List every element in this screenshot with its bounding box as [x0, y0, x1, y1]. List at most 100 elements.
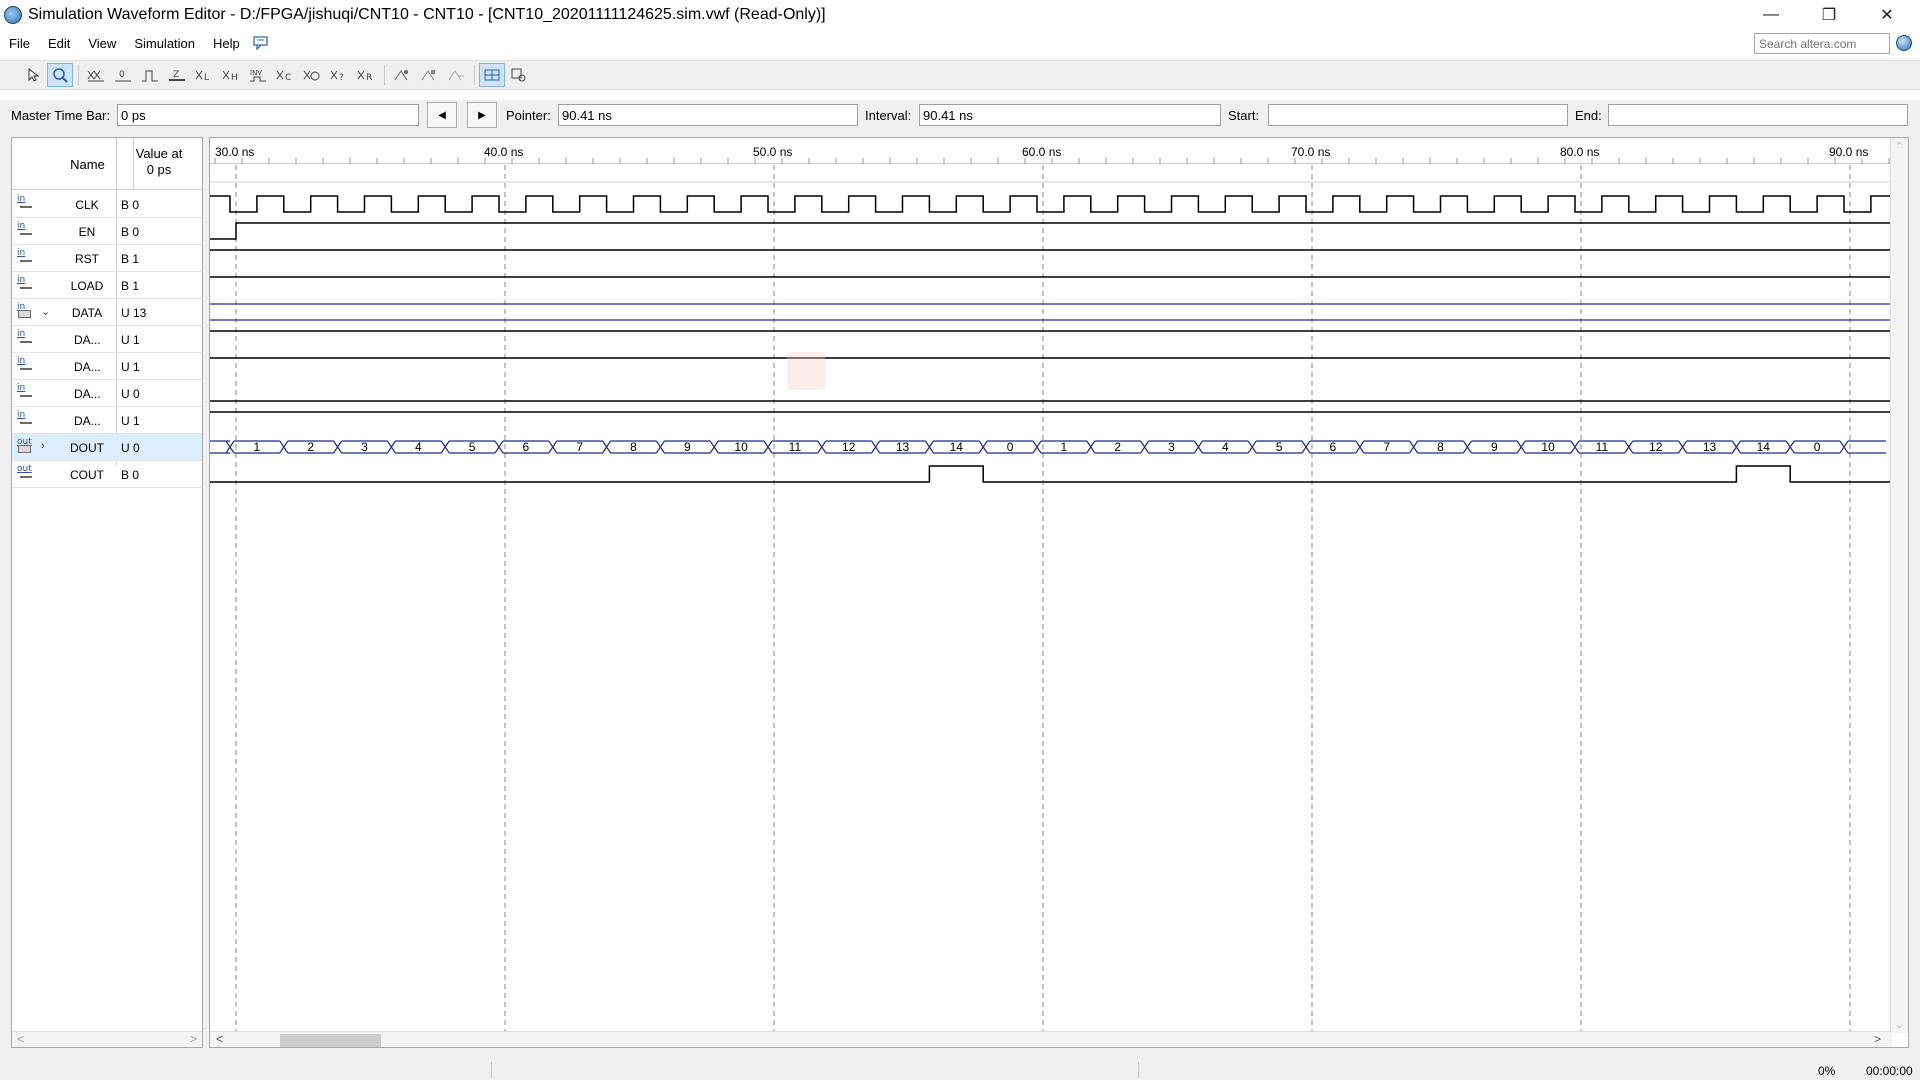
dout-transition — [924, 440, 934, 454]
group-icon[interactable] — [443, 63, 469, 87]
dout-transition — [655, 440, 665, 454]
app-icon — [4, 6, 22, 24]
input-pin-icon: in — [16, 194, 34, 213]
menu-view[interactable]: View — [79, 36, 125, 51]
en-waveform — [210, 222, 1890, 240]
end-field[interactable] — [1608, 104, 1908, 126]
scroll-left-icon[interactable]: < — [17, 1032, 24, 1046]
select-arrow-icon[interactable] — [20, 63, 46, 87]
dout-transition — [602, 440, 612, 454]
waveform-panel[interactable]: 30.0 ns 40.0 ns 50.0 ns 60.0 ns 70.0 ns 80.0 … — [209, 137, 1909, 1048]
snap-icon[interactable] — [416, 63, 442, 87]
interval-field[interactable]: 90.41 ns — [919, 104, 1221, 126]
forcing-high-icon[interactable] — [137, 63, 163, 87]
menu-simulation[interactable]: Simulation — [125, 36, 204, 51]
input-pin-icon: in — [16, 383, 34, 402]
scroll-up-icon[interactable]: ⌃ — [1895, 140, 1904, 153]
dout-value-label: 5 — [1276, 440, 1283, 454]
signal-row[interactable]: in DA... U 0 — [12, 380, 202, 407]
dout-value-label: 7 — [576, 440, 583, 454]
signal-row[interactable]: out › DOUT U 0 — [12, 434, 202, 461]
signal-row[interactable]: out COUT B 0 — [12, 461, 202, 488]
dout-value-label: 3 — [361, 440, 368, 454]
dout-value-label: 3 — [1168, 440, 1175, 454]
name-panel-scrollbar[interactable]: < > — [12, 1031, 202, 1047]
zoom-icon[interactable] — [47, 63, 73, 87]
waveform-canvas[interactable]: 1 2 3 4 5 6 7 8 9 10 11 12 13 14 0 1 2 3 4 5 6 7 8 9 10 11 12 13 14 0 — [210, 138, 1890, 1033]
close-button[interactable]: ✕ — [1858, 0, 1916, 30]
signal-row[interactable]: in ⌄ DATA U 13 — [12, 299, 202, 326]
signal-value: U 1 — [121, 360, 140, 374]
signal-row[interactable]: in LOAD B 1 — [12, 272, 202, 299]
dout-transition — [1516, 440, 1526, 454]
toolbar-separator — [384, 65, 385, 85]
scroll-right-icon[interactable]: > — [1874, 1032, 1881, 1046]
signal-row[interactable]: in RST B 1 — [12, 245, 202, 272]
menu-file[interactable]: File — [0, 36, 39, 51]
horizontal-scrollbar[interactable]: < > — [210, 1031, 1892, 1047]
signal-name: COUT — [70, 468, 104, 482]
toolbar-separator — [78, 65, 79, 85]
scroll-right-icon[interactable]: > — [190, 1032, 197, 1046]
value-column-header[interactable]: Value at 0 ps — [116, 146, 202, 178]
dout-value-label: 0 — [1814, 440, 1821, 454]
input-pin-icon: in — [16, 221, 34, 240]
dout-transition — [225, 440, 235, 454]
output-pin-icon: out — [16, 437, 34, 456]
pointer-field[interactable]: 90.41 ns — [558, 104, 858, 126]
arbitrary-value-icon[interactable]: ? — [326, 63, 352, 87]
input-pin-icon: in — [16, 410, 34, 429]
dout-transition — [1785, 440, 1795, 454]
signal-row[interactable]: in DA... U 1 — [12, 407, 202, 434]
forcing-unknown-icon[interactable] — [83, 63, 109, 87]
menu-help[interactable]: Help — [204, 36, 249, 51]
signal-value: B 0 — [121, 468, 140, 482]
scroll-thumb[interactable] — [280, 1034, 381, 1047]
dout-value-label: 8 — [630, 440, 637, 454]
signal-row[interactable]: in DA... U 1 — [12, 353, 202, 380]
menu-edit[interactable]: Edit — [39, 36, 79, 51]
weak-low-icon[interactable]: L — [191, 63, 217, 87]
previous-transition-button[interactable]: ◀ — [427, 102, 457, 128]
search-input[interactable] — [1754, 33, 1890, 54]
invert-icon[interactable]: INV — [245, 63, 271, 87]
dout-value-label: 8 — [1437, 440, 1444, 454]
start-field[interactable] — [1268, 104, 1568, 126]
dout-bus-segment — [1848, 440, 1886, 454]
minimize-button[interactable]: — — [1742, 0, 1800, 30]
globe-icon[interactable] — [1896, 35, 1912, 51]
signal-value: U 1 — [121, 414, 140, 428]
overwrite-icon[interactable] — [389, 63, 415, 87]
next-transition-button[interactable]: ▶ — [467, 102, 497, 128]
clock-icon[interactable] — [299, 63, 325, 87]
master-time-bar-field[interactable]: 0 ps — [117, 104, 419, 126]
signal-value: U 0 — [121, 441, 140, 455]
weak-high-icon[interactable]: H — [218, 63, 244, 87]
count-value-icon[interactable]: C — [272, 63, 298, 87]
settings-icon[interactable] — [506, 63, 532, 87]
dout-transition — [494, 440, 504, 454]
signal-name-panel: Name Value at 0 ps in CLK B 0 in EN B 0 in RST B… — [11, 137, 203, 1048]
signal-row[interactable]: in CLK B 0 — [12, 191, 202, 218]
dout-transition — [1462, 440, 1472, 454]
restore-button[interactable]: ❐ — [1800, 0, 1858, 30]
dout-value-label: 4 — [1222, 440, 1229, 454]
signal-row[interactable]: in DA... U 1 — [12, 326, 202, 353]
signal-row[interactable]: in EN B 0 — [12, 218, 202, 245]
random-value-icon[interactable]: R — [353, 63, 379, 87]
high-impedance-icon[interactable]: Z — [164, 63, 190, 87]
forcing-low-icon[interactable]: 0 — [110, 63, 136, 87]
dout-value-label: 12 — [1649, 440, 1663, 454]
dout-value-label: 9 — [684, 440, 691, 454]
grid-icon[interactable] — [479, 63, 505, 87]
signal-value: B 1 — [121, 252, 140, 266]
master-time-bar-label: Master Time Bar: — [11, 108, 110, 123]
scroll-down-icon[interactable]: ⌄ — [1895, 1018, 1904, 1031]
vertical-scrollbar[interactable]: ⌃ ⌄ — [1890, 138, 1908, 1033]
feedback-icon[interactable] — [253, 36, 269, 50]
scroll-left-icon[interactable]: < — [216, 1032, 223, 1046]
signal-name: DA... — [74, 333, 101, 347]
input-pin-icon: in — [16, 275, 34, 294]
dout-value-label: 2 — [307, 440, 314, 454]
dout-transition — [1086, 440, 1096, 454]
